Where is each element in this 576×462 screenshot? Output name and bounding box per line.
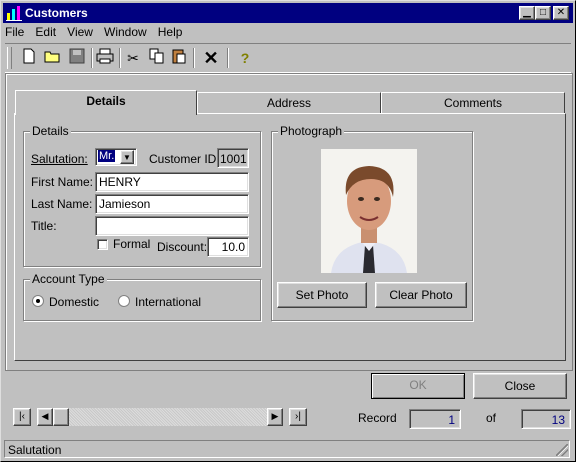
salutation-select[interactable]: Mr. ▼ <box>95 148 137 166</box>
international-radio[interactable] <box>118 295 130 307</box>
last-name-label: Last Name: <box>31 197 93 211</box>
clear-photo-button[interactable]: Clear Photo <box>375 282 467 308</box>
customer-id-label: Customer ID: <box>149 152 220 166</box>
new-file-icon[interactable] <box>19 48 39 68</box>
record-label: Record <box>358 411 397 425</box>
close-button[interactable]: Close <box>473 373 567 399</box>
details-group-title: Details <box>30 124 71 138</box>
copy-icon[interactable] <box>147 48 167 68</box>
toolbar: ✂ ✕ ? <box>5 43 571 73</box>
toolbar-separator <box>227 48 229 68</box>
photograph-title: Photograph <box>278 124 345 138</box>
toolbar-separator <box>119 48 121 68</box>
print-icon[interactable] <box>95 48 115 68</box>
customer-photo <box>321 149 417 273</box>
formal-checkbox[interactable] <box>97 239 108 250</box>
salutation-value: Mr. <box>98 150 116 162</box>
salutation-label: Salutation: <box>31 152 88 166</box>
discount-label: Discount: <box>157 240 208 254</box>
chevron-down-icon[interactable]: ▼ <box>120 150 134 164</box>
toolbar-separator <box>91 48 93 68</box>
paste-icon[interactable] <box>169 48 189 68</box>
set-photo-button[interactable]: Set Photo <box>277 282 367 308</box>
customers-window: Customers ▁ □ ✕ File Edit View Window He… <box>0 0 576 462</box>
first-name-label: First Name: <box>31 175 94 189</box>
record-total: 13 <box>521 409 571 429</box>
next-record-button[interactable]: ▶ <box>267 408 283 426</box>
save-disk-icon[interactable] <box>67 48 87 68</box>
cut-icon[interactable]: ✂ <box>123 48 143 68</box>
menu-edit[interactable]: Edit <box>35 25 56 39</box>
title-bar[interactable]: Customers ▁ □ ✕ <box>3 3 573 23</box>
menu-view[interactable]: View <box>67 25 93 39</box>
domestic-label[interactable]: Domestic <box>49 295 99 309</box>
title-input[interactable] <box>95 216 249 236</box>
tab-address[interactable]: Address <box>197 92 381 114</box>
international-label[interactable]: International <box>135 295 201 309</box>
first-name-input[interactable]: HENRY <box>95 172 249 192</box>
first-record-button[interactable]: |‹ <box>13 408 31 426</box>
tab-details[interactable]: Details <box>15 90 197 115</box>
customer-id-field: 1001 <box>217 148 249 168</box>
formal-label[interactable]: Formal <box>113 237 150 251</box>
record-scrollbar[interactable] <box>53 408 267 426</box>
last-name-input[interactable]: Jamieson <box>95 194 249 214</box>
last-record-button[interactable]: ›| <box>289 408 307 426</box>
delete-icon[interactable]: ✕ <box>201 48 221 68</box>
menu-file[interactable]: File <box>5 25 24 39</box>
record-current: 1 <box>409 409 461 429</box>
help-icon[interactable]: ? <box>235 48 255 68</box>
window-title: Customers <box>25 6 88 20</box>
menu-window[interactable]: Window <box>104 25 147 39</box>
prev-record-button[interactable]: ◀ <box>37 408 53 426</box>
discount-input[interactable]: 10.0 <box>207 237 249 257</box>
minimize-button[interactable]: ▁ <box>519 6 535 20</box>
toolbar-grip <box>7 47 12 69</box>
close-window-button[interactable]: ✕ <box>553 6 569 20</box>
ok-button[interactable]: OK <box>371 373 465 399</box>
tab-comments[interactable]: Comments <box>381 92 565 114</box>
toolbar-separator <box>193 48 195 68</box>
status-text: Salutation <box>8 443 62 457</box>
menu-bar: File Edit View Window Help <box>5 25 190 43</box>
scrollbar-thumb[interactable] <box>53 408 69 426</box>
app-icon <box>6 5 22 21</box>
status-bar: Salutation <box>4 440 570 458</box>
open-folder-icon[interactable] <box>43 48 63 68</box>
size-grip-icon[interactable] <box>556 444 568 456</box>
domestic-radio[interactable] <box>32 295 44 307</box>
menu-help[interactable]: Help <box>158 25 183 39</box>
account-type-title: Account Type <box>30 272 107 286</box>
record-of-label: of <box>486 411 497 425</box>
title-label: Title: <box>31 219 57 233</box>
maximize-button[interactable]: □ <box>535 6 551 20</box>
